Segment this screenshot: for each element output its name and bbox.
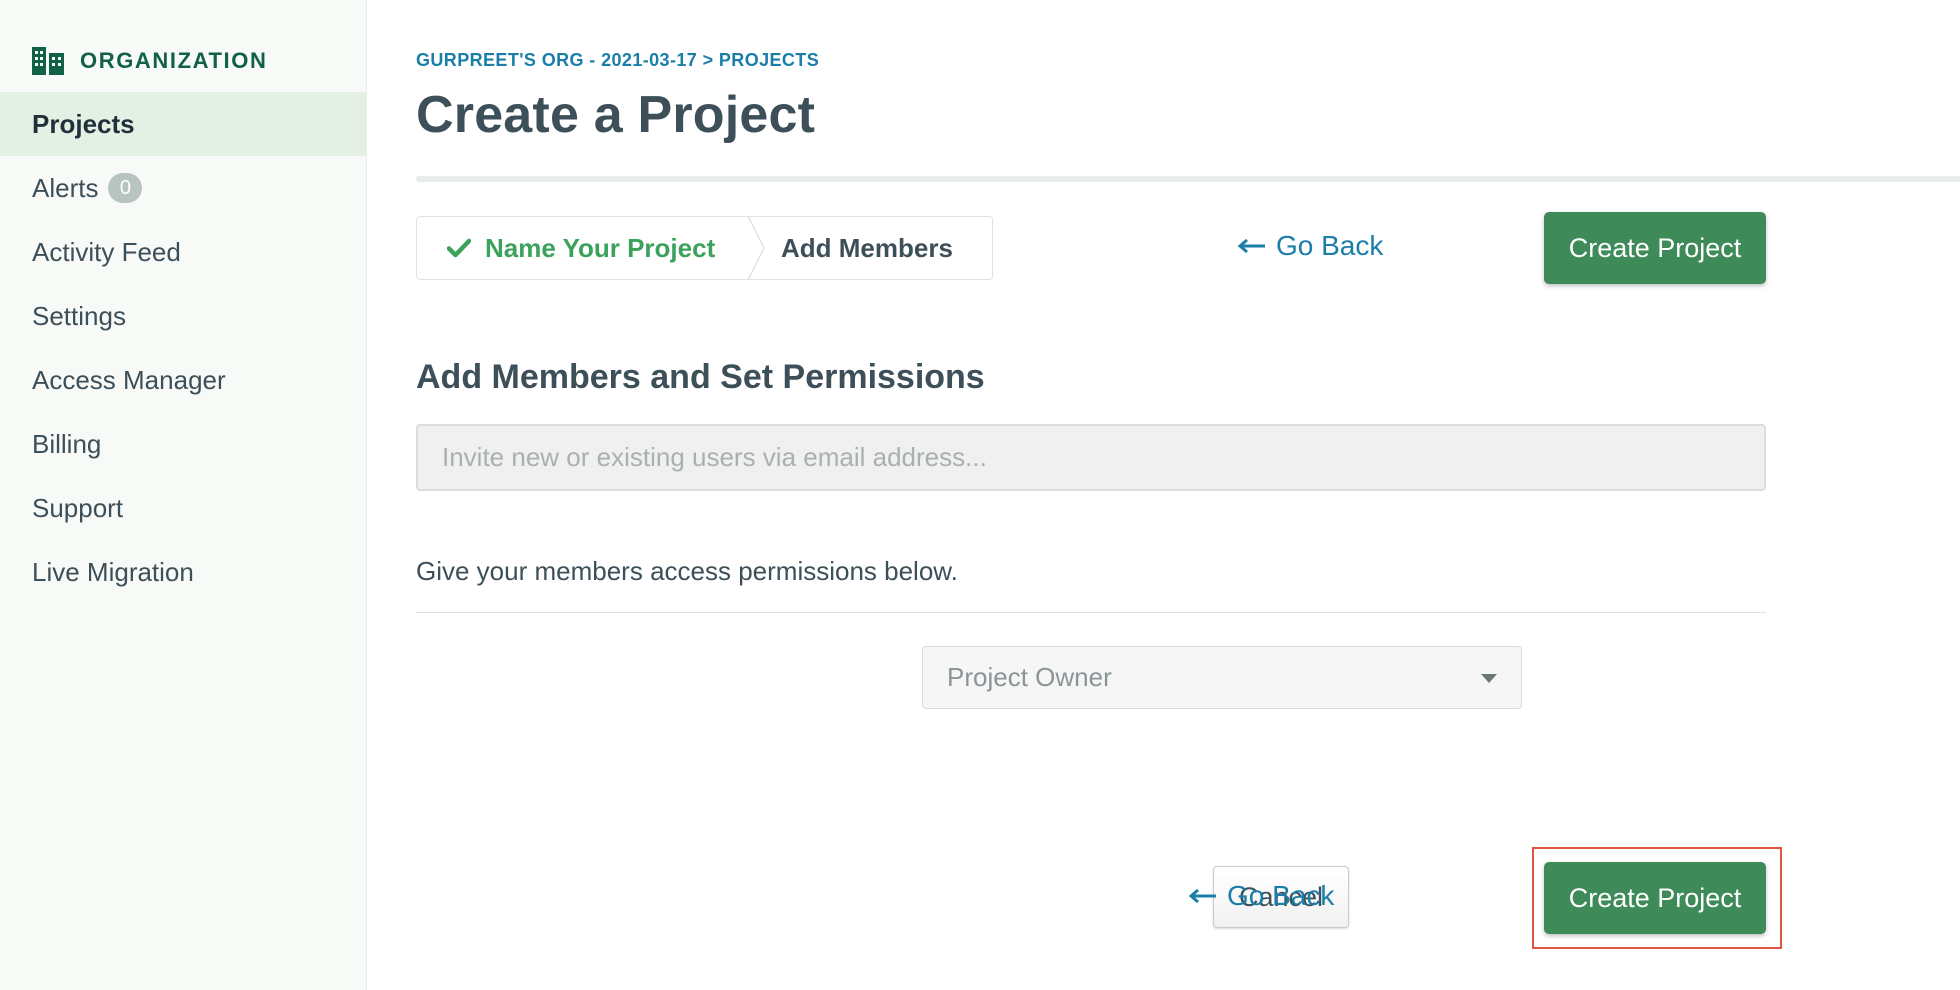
permissions-divider (416, 612, 1766, 613)
check-icon (447, 238, 471, 258)
create-project-button-bottom[interactable]: Create Project (1544, 862, 1766, 934)
step-label: Add Members (781, 232, 953, 263)
sidebar-item-label: Settings (32, 300, 126, 331)
create-project-button-top[interactable]: Create Project (1544, 212, 1766, 284)
step-label: Name Your Project (485, 232, 716, 263)
sidebar: ORGANIZATION Projects Alerts 0 Activity … (0, 0, 367, 990)
sidebar-item-label: Alerts (32, 172, 99, 203)
permissions-help-text: Give your members access permissions bel… (416, 556, 958, 586)
sidebar-item-label: Live Migration (32, 556, 194, 587)
sidebar-item-activity-feed[interactable]: Activity Feed (0, 220, 366, 284)
sidebar-item-live-migration[interactable]: Live Migration (0, 540, 366, 604)
arrow-left-icon (1238, 238, 1266, 254)
sidebar-item-support[interactable]: Support (0, 476, 366, 540)
go-back-link-top[interactable]: Go Back (1238, 230, 1383, 262)
step-add-members: Add Members (747, 217, 953, 279)
go-back-label: Go Back (1227, 880, 1335, 911)
sidebar-item-label: Projects (32, 108, 135, 139)
sidebar-nav: Projects Alerts 0 Activity Feed Settings… (0, 92, 366, 604)
sidebar-item-billing[interactable]: Billing (0, 412, 366, 476)
step-name-your-project[interactable]: Name Your Project (417, 217, 747, 279)
step-chevron-divider (747, 216, 765, 280)
go-back-label: Go Back (1276, 230, 1384, 261)
sidebar-item-label: Support (32, 492, 124, 523)
go-back-link-bottom[interactable]: Go Back (1189, 880, 1334, 912)
sidebar-item-label: Billing (32, 428, 102, 459)
invite-email-input[interactable] (416, 424, 1766, 491)
role-select-value: Project Owner (947, 662, 1112, 692)
caret-down-icon (1481, 674, 1497, 683)
breadcrumb[interactable]: GURPREET'S ORG - 2021-03-17 > PROJECTS (416, 50, 1960, 71)
sidebar-item-label: Activity Feed (32, 236, 181, 267)
alerts-count-badge: 0 (108, 173, 143, 203)
main-content: GURPREET'S ORG - 2021-03-17 > PROJECTS C… (367, 0, 1960, 990)
wizard-toolbar: Name Your Project Add Members Go Back Cr… (416, 212, 1766, 284)
arrow-left-icon (1189, 888, 1217, 904)
title-divider (416, 176, 1960, 182)
wizard-stepper: Name Your Project Add Members (416, 216, 993, 280)
sidebar-item-alerts[interactable]: Alerts 0 (0, 156, 366, 220)
page-title: Create a Project (416, 86, 816, 144)
sidebar-item-label: Access Manager (32, 364, 226, 395)
sidebar-item-projects[interactable]: Projects (0, 92, 366, 156)
app-window: ORGANIZATION Projects Alerts 0 Activity … (0, 0, 1960, 990)
sidebar-header: ORGANIZATION (0, 30, 366, 92)
role-select[interactable]: Project Owner (922, 646, 1522, 709)
sidebar-item-access-manager[interactable]: Access Manager (0, 348, 366, 412)
building-icon (32, 47, 64, 75)
section-title: Add Members and Set Permissions (416, 358, 985, 396)
sidebar-header-label: ORGANIZATION (80, 48, 268, 73)
sidebar-item-settings[interactable]: Settings (0, 284, 366, 348)
